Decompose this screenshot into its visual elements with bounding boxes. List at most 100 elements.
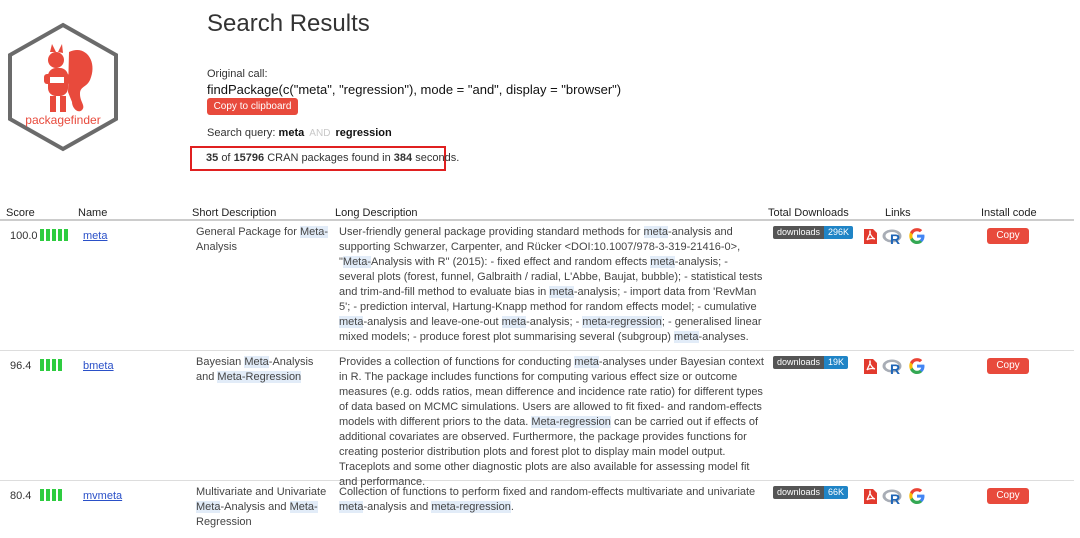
table-header: Score Name Short Description Long Descri… <box>0 205 1074 221</box>
package-name-link[interactable]: mvmeta <box>83 490 122 502</box>
svg-text:R: R <box>890 491 900 505</box>
score-bar <box>52 359 56 371</box>
svg-text:R: R <box>890 361 900 375</box>
highlighted-term: meta-regression <box>582 316 662 328</box>
svg-text:R: R <box>890 231 900 245</box>
score-bar <box>46 359 50 371</box>
table-row: 80.4 mvmeta Multivariate and Univariate Me… <box>0 481 1074 538</box>
column-header-score[interactable]: Score <box>6 207 35 219</box>
text-segment: -analyses. <box>698 331 749 343</box>
highlighted-term: meta <box>574 356 599 368</box>
text-segment: Regression <box>196 516 252 528</box>
downloads-badge: downloads 66K <box>773 486 849 499</box>
column-header-short-description[interactable]: Short Description <box>192 207 276 219</box>
google-icon[interactable] <box>908 487 926 505</box>
highlighted-term: meta <box>674 331 699 343</box>
highlighted-term: Meta <box>244 356 269 368</box>
query-term: regression <box>335 127 392 139</box>
text-segment: -analysis and leave-one-out <box>363 316 502 328</box>
search-query-label: Search query: <box>207 127 276 139</box>
r-logo-icon[interactable]: R <box>882 228 904 245</box>
downloads-badge-count: 296K <box>824 226 854 239</box>
copy-install-code-button[interactable]: Copy <box>987 488 1029 504</box>
downloads-badge-label: downloads <box>773 486 825 499</box>
text-segment: User-friendly general package providing … <box>339 226 644 238</box>
score-bar <box>40 359 44 371</box>
package-links: R <box>863 487 926 505</box>
found-suffix: seconds. <box>415 152 460 164</box>
score-bar <box>58 359 62 371</box>
highlighted-term: meta <box>650 256 675 268</box>
text-segment: Collection of functions to perform fixed… <box>339 486 756 498</box>
text-segment: -analysis and <box>363 501 432 513</box>
r-logo-icon[interactable]: R <box>882 488 904 505</box>
package-name-link[interactable]: bmeta <box>83 360 114 372</box>
text-segment: Bayesian <box>196 356 245 368</box>
google-icon[interactable] <box>908 357 926 375</box>
pdf-icon[interactable] <box>863 488 878 505</box>
found-count: 35 <box>206 152 219 164</box>
short-description: Bayesian Meta-Analysis and Meta-Regressi… <box>196 355 331 385</box>
score-bar <box>40 229 44 241</box>
package-links: R <box>863 357 926 375</box>
column-header-links[interactable]: Links <box>885 207 911 219</box>
highlighted-term: Meta-Regression <box>217 371 302 383</box>
package-name-link[interactable]: meta <box>83 230 107 242</box>
long-description: User-friendly general package providing … <box>339 225 764 345</box>
highlighted-term: meta <box>643 226 668 238</box>
score-bar <box>40 489 44 501</box>
column-header-total-downloads[interactable]: Total Downloads <box>768 207 849 219</box>
highlighted-term: meta <box>339 501 364 513</box>
long-description: Collection of functions to perform fixed… <box>339 485 764 515</box>
downloads-badge-label: downloads <box>773 226 825 239</box>
r-logo-icon[interactable]: R <box>882 358 904 375</box>
copy-install-code-button[interactable]: Copy <box>987 228 1029 244</box>
column-header-install-code[interactable]: Install code <box>981 207 1037 219</box>
found-seconds: 384 <box>393 152 413 164</box>
google-icon[interactable] <box>908 227 926 245</box>
pdf-icon[interactable] <box>863 228 878 245</box>
score-value: 80.4 <box>10 490 32 502</box>
score-bar <box>58 229 62 241</box>
query-operator: AND <box>309 128 331 139</box>
table-body: 100.0 meta General Package for Meta-Analys… <box>0 221 1074 538</box>
copy-to-clipboard-button[interactable]: Copy to clipboard <box>207 98 298 115</box>
found-total: 15796 <box>233 152 265 164</box>
score-bar <box>58 489 62 501</box>
score-bars <box>40 489 62 501</box>
column-header-name[interactable]: Name <box>78 207 107 219</box>
highlighted-term: meta <box>501 316 527 328</box>
text-segment: . <box>510 501 514 513</box>
score-bar <box>46 229 50 241</box>
score-bars <box>40 359 62 371</box>
short-description: General Package for Meta- Analysis <box>196 225 331 255</box>
text-segment: Multivariate and Univariate <box>196 486 327 498</box>
downloads-badge-count: 66K <box>824 486 849 499</box>
downloads-badge: downloads 19K <box>773 356 849 369</box>
highlighted-term: Meta- <box>342 256 372 268</box>
score-bars <box>40 229 68 241</box>
table-row: 96.4 bmeta Bayesian Meta-Analysis and Meta… <box>0 351 1074 488</box>
text-segment: -analysis; - <box>526 316 583 328</box>
highlighted-term: Meta-regression <box>531 416 611 428</box>
text-segment: -Analysis and <box>220 501 290 513</box>
results-table: Score Name Short Description Long Descri… <box>0 205 1074 538</box>
highlighted-term: Meta- <box>289 501 318 513</box>
score-value: 100.0 <box>10 230 38 242</box>
page-title: Search Results <box>207 10 370 37</box>
score-bar <box>52 489 56 501</box>
table-row: 100.0 meta General Package for Meta-Analys… <box>0 221 1074 351</box>
text-segment: General Package for <box>196 226 300 238</box>
highlighted-term: meta-regression <box>431 501 511 513</box>
column-header-long-description[interactable]: Long Description <box>335 207 418 219</box>
highlighted-term: Meta- <box>299 226 329 238</box>
score-bar <box>46 489 50 501</box>
packagefinder-logo: packagefinder <box>6 22 120 152</box>
package-links: R <box>863 227 926 245</box>
pdf-icon[interactable] <box>863 358 878 375</box>
score-value: 96.4 <box>10 360 32 372</box>
short-description: Multivariate and Univariate Meta-Analysi… <box>196 485 331 530</box>
original-call-code: findPackage(c("meta", "regression"), mod… <box>207 82 622 97</box>
downloads-badge-count: 19K <box>824 356 849 369</box>
copy-install-code-button[interactable]: Copy <box>987 358 1029 374</box>
